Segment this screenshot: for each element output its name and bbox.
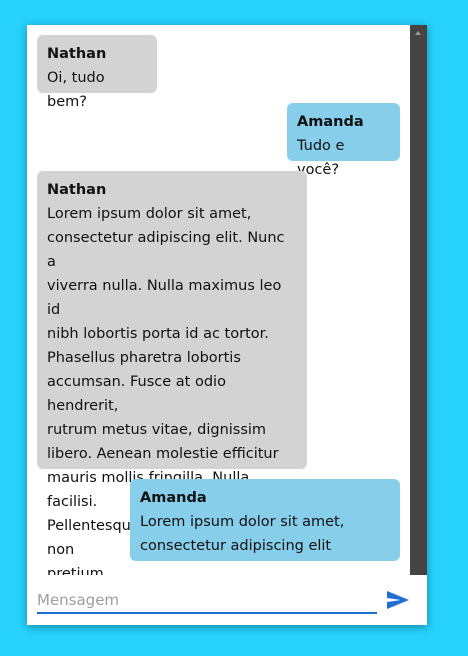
message-author: Amanda [140,490,207,506]
chat-window: Nathan Oi, tudo bem? Amanda Tudo e você?… [27,25,427,625]
message-bubble-incoming: Nathan Lorem ipsum dolor sit amet, conse… [37,171,307,575]
message-author: Nathan [47,182,107,198]
message-text: Lorem ipsum dolor sit amet, consectetur … [140,514,345,554]
message-bubble-incoming: Nathan Oi, tudo bem? [37,35,157,110]
message-text: Oi, tudo bem? [47,70,105,110]
message-author: Amanda [297,114,364,130]
scrollbar-thumb[interactable] [410,41,427,575]
message-text: Tudo e você? [297,138,345,178]
scroll-up-arrow-icon[interactable] [415,31,421,35]
message-bubble-outgoing: Amanda Tudo e você? [287,103,400,178]
scrollbar[interactable] [410,25,427,575]
send-icon [387,591,409,609]
message-list[interactable]: Nathan Oi, tudo bem? Amanda Tudo e você?… [27,25,410,575]
message-author: Nathan [47,46,107,62]
message-bubble-outgoing: Amanda Lorem ipsum dolor sit amet, conse… [130,479,400,561]
send-button[interactable] [385,588,411,612]
message-composer [27,575,427,625]
message-input[interactable] [37,588,377,614]
